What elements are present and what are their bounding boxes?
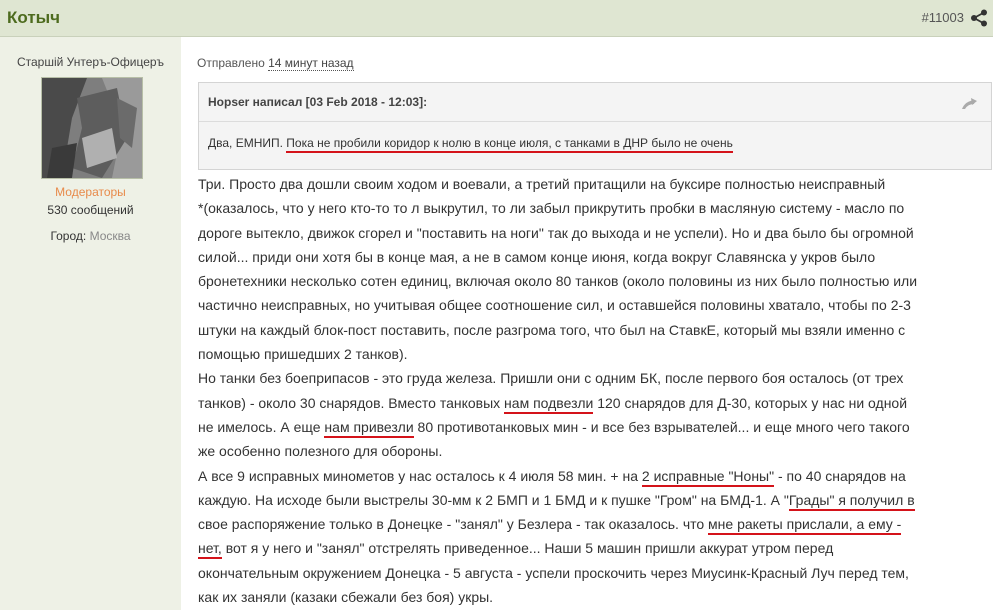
body-text: как их заняли (казаки сбежали без боя) у… [198,589,494,606]
body-text: Три. Просто два дошли своим ходом и воев… [198,176,886,192]
user-post-count: 530 сообщений [47,203,134,217]
post-body-line: окончательным окружением Донецка - 5 авг… [198,561,983,585]
body-text: помощью пришедших 2 танков). [198,346,408,363]
quote-block: Hopser написал [03 Feb 2018 - 12:03]: Дв… [198,82,992,170]
underlined-text: нет, [198,540,222,560]
post-body-line: свое распоряжение только в Донецке - "за… [198,512,983,536]
post-body-line: А все 9 исправных минометов у нас остало… [198,464,983,488]
user-group[interactable]: Модераторы [0,185,181,199]
city-label: Город: [50,229,87,243]
post-body-line: танков) - около 30 снарядов. Вместо танк… [198,391,983,415]
sent-time[interactable]: 14 минут назад [268,56,354,71]
body-text: - по 40 снарядов на [774,467,906,484]
post-body-line: штуки на каждый блок-пост поставить, пос… [198,318,983,342]
user-city: Город: Москва [0,229,181,243]
post-body-line: же особенно полезного для обороны. [198,439,983,463]
user-avatar[interactable] [41,77,143,179]
post-date: Отправлено 14 минут назад [197,56,354,71]
body-text: каждую. На исходе были выстрелы 30-мм к … [198,491,789,508]
sent-prefix: Отправлено [197,56,265,70]
post-body-line: как их заняли (казаки сбежали без боя) у… [198,585,983,609]
body-text: 120 снарядов для Д-30, которых у нас ни … [593,394,908,411]
body-text: Но танки без боеприпасов - это груда жел… [198,370,904,387]
post-body-line: бронетехники несколько сотен единиц, вкл… [198,269,983,293]
body-text: не имелось. А еще [198,418,325,435]
post-body-line: *(оказалось, что у него кто-то то л выкр… [198,196,983,220]
post-body-line: нет, вот я у него и "занял" отстрелять п… [198,536,983,560]
body-text: штуки на каждый блок-пост поставить, пос… [198,321,906,338]
post-body-line: Но танки без боеприпасов - это груда жел… [198,366,983,390]
body-text: частично неисправных, но учитывая общее … [198,297,911,314]
post-body-line: не имелось. А еще нам привезли 80 против… [198,415,983,439]
underlined-text: нам подвезли [504,394,594,414]
post-body-line: помощью пришедших 2 танков). [198,342,983,366]
body-text: бронетехники несколько сотен единиц, вкл… [198,273,918,290]
quote-author[interactable]: Hopser написал [03 Feb 2018 - 12:03]: [208,95,427,109]
underlined-text: мне ракеты прислали, а ему - [708,516,902,536]
quote-header: Hopser написал [03 Feb 2018 - 12:03]: [199,83,991,122]
body-text: дороге вытекло, движок сгорел и "постави… [198,224,914,241]
post-number-link[interactable]: #11003 [922,10,964,25]
post-body-line: частично неисправных, но учитывая общее … [198,293,983,317]
body-text: вот я у него и "занял" отстрелять привед… [221,540,834,557]
quote-text: Два, ЕМНИП. Пока не пробили коридор к но… [208,136,733,153]
underlined-text: 2 исправные "Ноны" [641,467,775,487]
post-body-line: дороге вытекло, движок сгорел и "постави… [198,221,983,245]
body-text: же особенно полезного для обороны. [198,443,443,460]
body-text: окончательным окружением Донецка - 5 авг… [198,564,909,581]
body-text: А все 9 исправных минометов у нас остало… [198,467,642,484]
city-value: Москва [89,229,131,243]
underlined-text: Грады" я получил в [788,491,915,511]
user-rank: Старшiй Унтеръ-Офицеръ [16,55,165,69]
post-header: Котыч #11003 [0,0,993,37]
post-body-line: силой... приди они хотя бы в конце мая, … [198,245,983,269]
underlined-text: нам привезли [324,418,414,438]
quote-text-underlined: Пока не пробили коридор к нолю в конце и… [286,136,733,153]
post-body-line: Три. Просто два дошли своим ходом и воев… [198,172,983,196]
share-icon[interactable] [970,9,988,27]
body-text: *(оказалось, что у него кто-то то л выкр… [198,200,905,217]
body-text: силой... приди они хотя бы в конце мая, … [198,248,876,265]
body-text: танков) - около 30 снарядов. Вместо танк… [198,394,505,411]
body-text: свое распоряжение только в Донецке - "за… [198,516,709,533]
user-sidebar: Старшiй Унтеръ-Офицеръ Модераторы 530 со… [0,37,181,610]
body-text: 80 противотанковых мин - и все без взрыв… [413,418,910,435]
post-body-line: каждую. На исходе были выстрелы 30-мм к … [198,488,983,512]
quote-toggle-icon[interactable] [961,97,977,115]
quote-text-plain: Два, ЕМНИП. [208,136,287,150]
post-body: Три. Просто два дошли своим ходом и воев… [198,172,983,609]
post-author-name[interactable]: Котыч [7,8,60,28]
